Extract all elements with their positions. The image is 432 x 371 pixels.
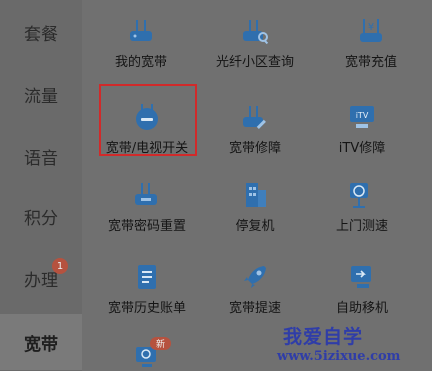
tile-label: 上门测速 xyxy=(335,219,388,234)
tile-fiber-search[interactable]: 光纤小区查询 xyxy=(196,8,314,70)
bill-icon xyxy=(130,260,164,293)
sidebar-item-data[interactable]: 流量 xyxy=(0,70,82,118)
sidebar-item-label: 语音 xyxy=(24,148,58,169)
itv-icon: iTV xyxy=(345,100,379,133)
sidebar-item-label: 积分 xyxy=(24,208,58,229)
router-repair-icon xyxy=(238,100,272,133)
tile-itv-repair[interactable]: iTV iTV修障 xyxy=(303,94,421,156)
router-yen-icon: ¥ xyxy=(354,14,388,47)
notification-badge: 1 xyxy=(52,258,68,274)
tile-my-broadband[interactable]: 我的宽带 xyxy=(82,8,200,70)
building-icon xyxy=(238,178,272,211)
watermark-title: 我爱自学 xyxy=(283,326,364,348)
tile-broadband-recharge[interactable]: ¥ 宽带充值 xyxy=(312,8,430,70)
router-icon xyxy=(124,14,158,47)
rocket-icon xyxy=(238,260,272,293)
tile-speed-upgrade[interactable]: 宽带提速 xyxy=(196,254,314,316)
speedometer-icon xyxy=(345,178,379,211)
category-sidebar: 套餐 流量 语音 积分 办理 1 宽带 xyxy=(0,0,82,371)
tile-label: 停复机 xyxy=(235,219,275,234)
tile-label: 宽带提速 xyxy=(228,301,281,316)
tile-new-service[interactable] xyxy=(88,334,206,371)
router-lock-icon xyxy=(130,178,164,211)
tile-billing-history[interactable]: 宽带历史账单 xyxy=(88,254,206,316)
sidebar-item-broadband[interactable]: 宽带 xyxy=(0,314,82,370)
tile-label: 宽带修障 xyxy=(228,141,281,156)
new-badge: 新 xyxy=(150,337,172,350)
sidebar-item-voice[interactable]: 语音 xyxy=(0,132,82,180)
tile-label: 我的宽带 xyxy=(114,55,167,70)
router-search-icon xyxy=(238,14,272,47)
tile-suspend-resume[interactable]: 停复机 xyxy=(196,172,314,234)
tile-password-reset[interactable]: 宽带密码重置 xyxy=(88,172,206,234)
tile-broadband-repair[interactable]: 宽带修障 xyxy=(196,94,314,156)
sidebar-item-label: 宽带 xyxy=(24,334,58,355)
sidebar-item-label: 流量 xyxy=(24,86,58,107)
sidebar-item-handle[interactable]: 办理 1 xyxy=(0,254,82,302)
svg-text:iTV: iTV xyxy=(356,111,369,120)
highlight-box xyxy=(99,84,197,156)
watermark-url: www.5izixue.com xyxy=(277,349,401,364)
move-icon xyxy=(345,260,379,293)
sidebar-item-label: 套餐 xyxy=(24,24,58,45)
tile-label: 宽带密码重置 xyxy=(107,219,186,234)
svg-text:¥: ¥ xyxy=(368,22,374,33)
tile-label: 宽带历史账单 xyxy=(107,301,186,316)
sidebar-item-package[interactable]: 套餐 xyxy=(0,8,82,56)
tile-label: 光纤小区查询 xyxy=(215,55,294,70)
tile-label: 宽带充值 xyxy=(344,55,397,70)
tile-onsite-speed-test[interactable]: 上门测速 xyxy=(303,172,421,234)
tile-label: 自助移机 xyxy=(335,301,388,316)
sidebar-item-points[interactable]: 积分 xyxy=(0,192,82,240)
tile-self-relocation[interactable]: 自助移机 xyxy=(303,254,421,316)
tile-label: iTV修障 xyxy=(338,141,386,156)
